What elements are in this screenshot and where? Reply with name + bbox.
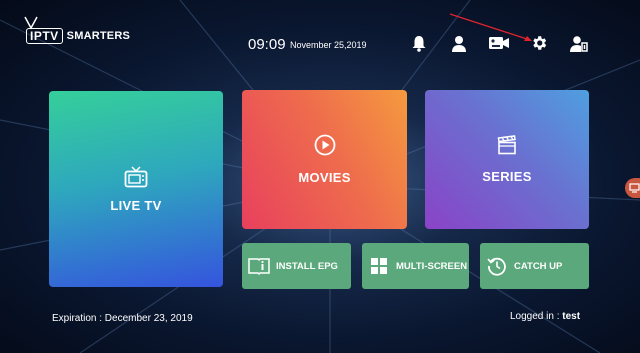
history-icon	[487, 257, 506, 276]
antenna-icon	[24, 16, 38, 30]
logo-iptv-box: IPTV	[24, 16, 63, 44]
movies-tile[interactable]: MOVIES	[242, 90, 407, 229]
movies-label: MOVIES	[298, 170, 351, 185]
logged-in-username: test	[562, 311, 581, 322]
annotation-arrow	[449, 13, 532, 41]
multi-icon-wrap	[368, 255, 390, 277]
epg-book-icon	[248, 258, 270, 275]
notifications-button[interactable]	[407, 32, 431, 54]
install-epg-button[interactable]: INSTALL EPG	[242, 243, 351, 289]
switch-user-icon	[570, 35, 588, 52]
multi-screen-label: MULTI-SCREEN	[396, 260, 468, 272]
tv-icon	[124, 165, 148, 187]
series-tile[interactable]: SERIES	[425, 90, 589, 229]
epg-icon-wrap	[248, 255, 270, 277]
logo-iptv-text: IPTV	[30, 29, 59, 43]
logo-smarters-text: SMARTERS	[66, 30, 130, 42]
live-tv-label: LIVE TV	[110, 197, 162, 213]
multi-screen-button[interactable]: MULTI-SCREEN	[362, 243, 469, 289]
catch-up-button[interactable]: CATCH UP	[480, 243, 589, 289]
side-floating-button[interactable]	[625, 178, 640, 198]
switch-user-button[interactable]	[567, 32, 591, 54]
app-logo: IPTV SMARTERS	[24, 16, 130, 44]
live-tv-tile[interactable]: LIVE TV	[49, 91, 223, 287]
clock-time: 09:09	[248, 36, 286, 53]
grid-icon	[371, 258, 387, 274]
clapperboard-icon	[497, 135, 516, 155]
catch-icon-wrap	[486, 255, 508, 277]
catch-up-label: CATCH UP	[514, 260, 563, 272]
play-circle-icon	[314, 134, 335, 156]
screen-cast-icon	[629, 183, 640, 193]
logged-in-label: Logged in :	[510, 311, 563, 322]
expiration-text: Expiration : December 23, 2019	[52, 313, 193, 324]
series-label: SERIES	[482, 169, 532, 184]
bell-icon	[412, 35, 426, 52]
clock-date: November 25,2019	[290, 40, 367, 50]
logged-in-status: Logged in : test	[510, 311, 580, 322]
install-epg-label: INSTALL EPG	[276, 260, 338, 272]
